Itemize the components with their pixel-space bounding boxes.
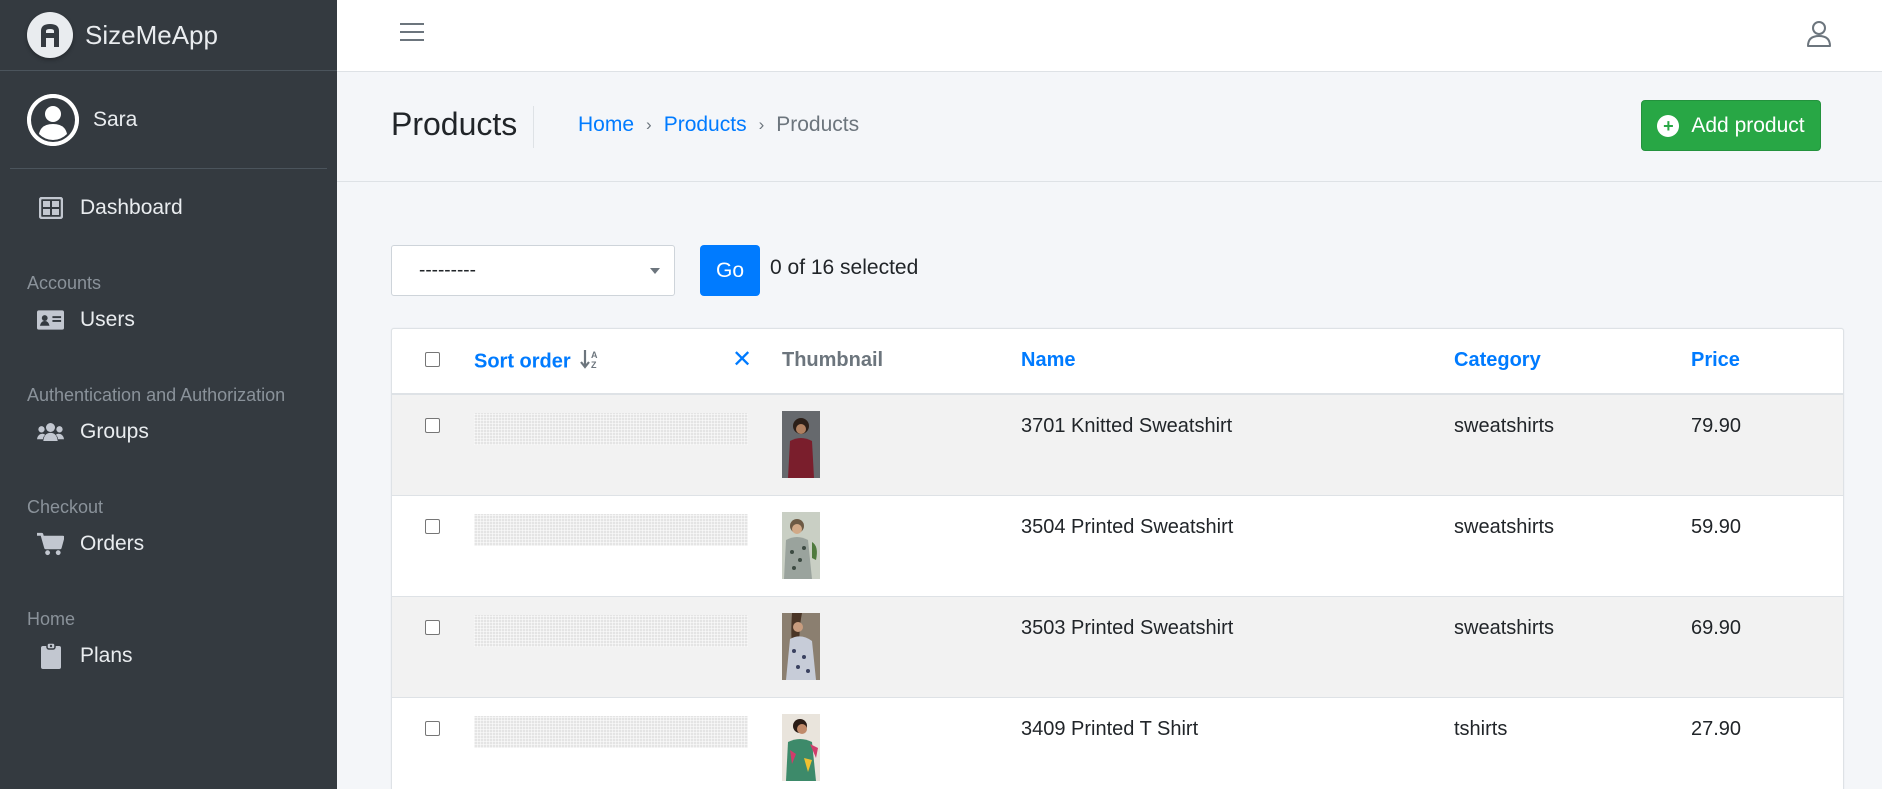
user-name: Sara (93, 107, 138, 131)
sidebar-item-label: Plans (80, 644, 133, 667)
row-checkbox[interactable] (425, 721, 440, 736)
category-header[interactable]: Category (1454, 349, 1541, 372)
add-product-button[interactable]: + Add product (1641, 100, 1821, 151)
add-product-label: Add product (1691, 113, 1805, 137)
remove-sort-icon[interactable]: ✕ (732, 345, 752, 374)
sidebar-item-groups[interactable]: Groups (0, 407, 337, 457)
sidebar-item-label: Groups (80, 420, 149, 443)
product-category: sweatshirts (1454, 415, 1555, 437)
brand-link[interactable]: SizeMeApp (0, 0, 337, 71)
svg-text:A: A (591, 350, 598, 360)
breadcrumb: Home › Products › Products (578, 113, 859, 137)
menu-toggle-icon[interactable] (400, 20, 424, 44)
breadcrumb-separator: › (646, 115, 652, 134)
sort-order-header[interactable]: Sort order AZ (474, 349, 602, 375)
product-category: sweatshirts (1454, 617, 1555, 639)
page-title: Products (391, 106, 518, 142)
selection-counter: 0 of 16 selected (770, 256, 919, 279)
go-button[interactable]: Go (700, 245, 760, 296)
sidebar-header-auth: Authentication and Authorization (27, 385, 286, 405)
product-thumbnail[interactable] (782, 411, 820, 478)
product-name[interactable]: 3409 Printed T Shirt (1021, 718, 1198, 741)
user-profile-icon[interactable] (1806, 20, 1832, 48)
table-header: Sort order AZ ✕ Thumbnail Name Category … (392, 329, 1843, 395)
sidebar-item-label: Orders (80, 532, 145, 555)
sidebar-item-orders[interactable]: Orders (0, 519, 337, 569)
sidebar-header-accounts: Accounts (27, 273, 102, 293)
sidebar-nav: Dashboard Accounts Users Authentication … (0, 169, 337, 681)
row-checkbox[interactable] (425, 519, 440, 534)
product-price: 59.90 (1691, 516, 1742, 538)
row-checkbox[interactable] (425, 418, 440, 433)
select-all-checkbox[interactable] (425, 352, 440, 367)
users-icon (37, 419, 64, 446)
bulk-action-select[interactable]: --------- (391, 245, 675, 296)
title-divider (533, 106, 534, 148)
sidebar-item-users[interactable]: Users (0, 295, 337, 345)
breadcrumb-separator: › (758, 115, 765, 134)
breadcrumb-products-link[interactable]: Products (664, 113, 747, 137)
sort-handle[interactable] (474, 615, 748, 647)
sort-handle[interactable] (474, 514, 748, 546)
sidebar-item-label: Users (80, 308, 135, 331)
brand-name: SizeMeApp (85, 19, 218, 50)
product-price: 79.90 (1691, 415, 1742, 437)
product-category: tshirts (1454, 718, 1508, 740)
product-thumbnail[interactable] (782, 512, 820, 579)
price-header[interactable]: Price (1691, 349, 1740, 372)
id-card-icon (37, 307, 64, 334)
sidebar: SizeMeApp Sara Dashboard Accounts Users (0, 0, 337, 789)
product-category: sweatshirts (1454, 516, 1555, 538)
clipboard-icon (37, 643, 64, 670)
content-header: Products Home › Products › Products + Ad… (337, 72, 1882, 182)
breadcrumb-home-link[interactable]: Home (578, 113, 634, 137)
plus-circle-icon: + (1657, 114, 1680, 137)
name-header[interactable]: Name (1021, 349, 1075, 372)
product-thumbnail[interactable] (782, 714, 820, 781)
sidebar-header-home: Home (27, 609, 76, 629)
sort-ascending-icon: AZ (580, 349, 602, 375)
product-name[interactable]: 3503 Printed Sweatshirt (1021, 617, 1233, 640)
product-name[interactable]: 3504 Printed Sweatshirt (1021, 516, 1233, 539)
breadcrumb-current: Products (776, 113, 860, 136)
row-checkbox[interactable] (425, 620, 440, 635)
table-row[interactable]: 3503 Printed Sweatshirt sweatshirts 69.9… (392, 597, 1843, 698)
sidebar-item-label: Dashboard (80, 196, 183, 219)
sort-handle[interactable] (474, 413, 748, 445)
top-navbar (337, 0, 1882, 72)
svg-text:Z: Z (591, 360, 597, 369)
sidebar-header-checkout: Checkout (27, 497, 104, 517)
thumbnail-header: Thumbnail (782, 349, 884, 371)
sidebar-item-plans[interactable]: Plans (0, 631, 337, 681)
brand-logo-icon (27, 12, 73, 58)
sidebar-item-dashboard[interactable]: Dashboard (0, 183, 337, 233)
bulk-action-value: --------- (419, 259, 476, 281)
product-price: 69.90 (1691, 617, 1742, 639)
table-row[interactable]: 3701 Knitted Sweatshirt sweatshirts 79.9… (392, 395, 1843, 496)
chevron-down-icon (650, 268, 660, 274)
dashboard-icon (37, 195, 64, 222)
user-avatar-icon (27, 93, 79, 146)
product-name[interactable]: 3701 Knitted Sweatshirt (1021, 415, 1232, 438)
table-row[interactable]: 3409 Printed T Shirt tshirts 27.90 (392, 698, 1843, 789)
table-row[interactable]: 3504 Printed Sweatshirt sweatshirts 59.9… (392, 496, 1843, 597)
cart-icon (37, 531, 64, 558)
products-table: Sort order AZ ✕ Thumbnail Name Category … (391, 328, 1844, 789)
product-price: 27.90 (1691, 718, 1742, 740)
column-header-label: Sort order (474, 350, 571, 373)
sort-handle[interactable] (474, 716, 748, 748)
user-panel[interactable]: Sara (10, 71, 327, 169)
product-thumbnail[interactable] (782, 613, 820, 680)
